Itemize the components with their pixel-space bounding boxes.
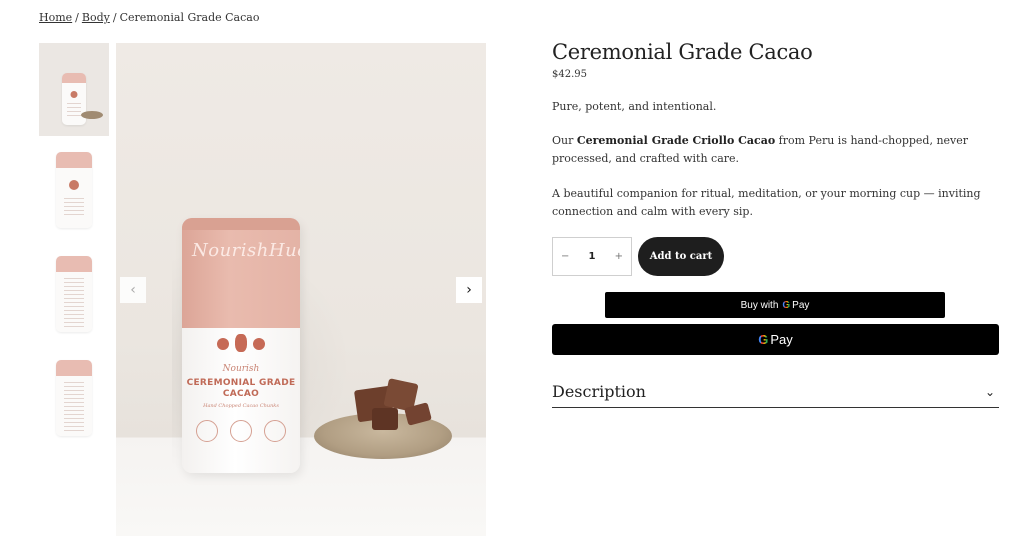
- product-thumbnail-image: [56, 360, 92, 436]
- badge-icon: [264, 420, 286, 442]
- pay-label: Pay: [770, 332, 793, 347]
- quantity-input[interactable]: 1: [589, 251, 596, 262]
- cacao-chunk: [372, 408, 398, 430]
- tube-label-title: CEREMONIAL GRADE CACAO: [186, 378, 296, 399]
- cacao-dish-thumbnail: [81, 111, 103, 119]
- cacao-tube: NourishHue Nourish CEREMONIAL GRADE CACA…: [182, 218, 300, 473]
- brand-logo: NourishHue: [192, 240, 300, 261]
- tube-badges: [196, 420, 286, 442]
- quantity-stepper: − 1 +: [552, 237, 632, 276]
- google-g-icon: G: [758, 332, 769, 347]
- breadcrumb: Home / Body / Ceremonial Grade Cacao: [39, 11, 259, 24]
- product-price: $42.95: [552, 69, 587, 80]
- chevron-down-icon: ⌄: [984, 384, 995, 399]
- thumbnail-1[interactable]: [39, 43, 109, 136]
- product-thumbnail-image: [56, 256, 92, 332]
- product-description: Our Ceremonial Grade Criollo Cacao from …: [552, 134, 969, 165]
- goddess-emblem-icon: [211, 332, 271, 358]
- description-accordion[interactable]: Description ⌄: [552, 376, 999, 408]
- chevron-right-icon: ›: [466, 282, 472, 298]
- product-thumbnail-image: [56, 152, 92, 228]
- product-tagline: Pure, potent, and intentional.: [552, 100, 717, 113]
- badge-icon: [196, 420, 218, 442]
- gallery-prev-button[interactable]: ‹: [120, 277, 146, 303]
- thumbnail-3[interactable]: [39, 251, 109, 344]
- tube-label-subtitle: Hand Chopped Cacao Chunks: [203, 403, 279, 409]
- description-accordion-label: Description: [552, 382, 646, 401]
- quantity-increase-button[interactable]: +: [615, 251, 623, 262]
- product-title: Ceremonial Grade Cacao: [552, 40, 813, 64]
- gallery-next-button[interactable]: ›: [456, 277, 482, 303]
- add-to-cart-button[interactable]: Add to cart: [638, 237, 724, 276]
- chevron-left-icon: ‹: [130, 282, 136, 298]
- thumbnail-2[interactable]: [39, 147, 109, 240]
- tube-label-brand: Nourish: [222, 364, 260, 374]
- thumbnail-4[interactable]: [39, 355, 109, 448]
- product-description-bold: Ceremonial Grade Criollo Cacao: [576, 134, 776, 147]
- breadcrumb-separator: /: [112, 11, 117, 24]
- breadcrumb-current: Ceremonial Grade Cacao: [119, 11, 260, 24]
- gpay-button[interactable]: G Pay: [552, 324, 999, 355]
- product-info: Ceremonial Grade Cacao $42.95 Pure, pote…: [552, 40, 999, 408]
- breadcrumb-separator: /: [75, 11, 79, 24]
- quantity-decrease-button[interactable]: −: [561, 251, 569, 262]
- badge-icon: [230, 420, 252, 442]
- product-description-2: A beautiful companion for ritual, medita…: [552, 187, 981, 218]
- breadcrumb-category-link[interactable]: Body: [82, 11, 110, 24]
- buy-with-gpay-button[interactable]: Buy with G Pay: [605, 292, 945, 318]
- google-g-icon: G: [782, 299, 791, 311]
- main-product-image: NourishHue Nourish CEREMONIAL GRADE CACA…: [116, 43, 486, 536]
- pay-label: Pay: [792, 299, 810, 311]
- breadcrumb-home-link[interactable]: Home: [39, 11, 72, 24]
- buy-with-label: Buy with: [740, 299, 779, 311]
